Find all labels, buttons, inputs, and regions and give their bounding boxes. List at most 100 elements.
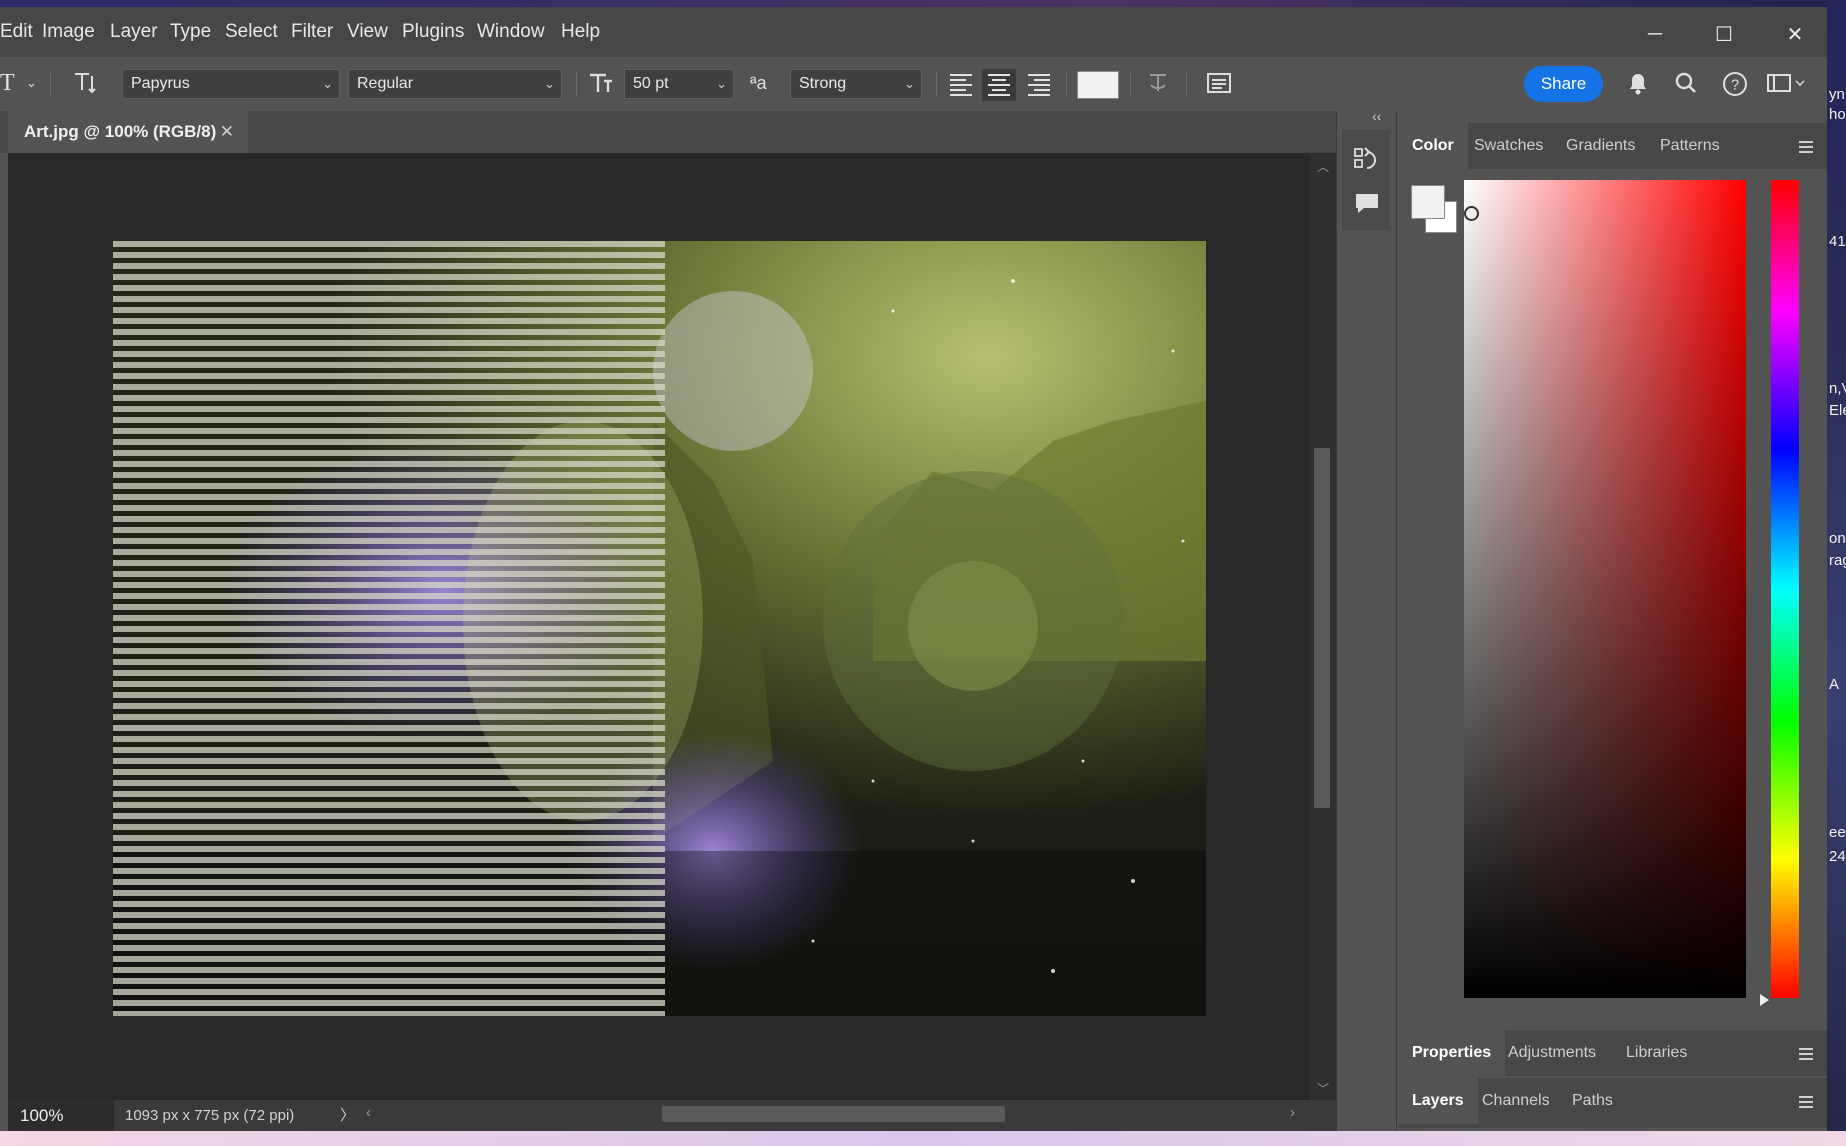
color-panel-tabs: Color Swatches Gradients Patterns — [1398, 123, 1827, 169]
menu-window[interactable]: Window — [477, 21, 545, 43]
desktop-text-fragment: n,V — [1829, 380, 1846, 397]
panel-menu-icon[interactable] — [1799, 1048, 1813, 1063]
chevron-down-icon: ⌄ — [322, 76, 333, 91]
scroll-left-icon[interactable]: ‹ — [366, 1104, 371, 1121]
desktop-text-fragment: ee — [1829, 824, 1846, 841]
maximize-button[interactable]: ☐ — [1701, 19, 1747, 49]
tab-channels[interactable]: Channels — [1482, 1078, 1550, 1124]
warp-text-icon[interactable] — [1146, 71, 1170, 100]
align-right-button[interactable] — [1022, 69, 1056, 101]
desktop-background-top — [0, 0, 1846, 7]
document-tab-title: Art.jpg @ 100% (RGB/8) — [24, 122, 217, 141]
separator — [1066, 71, 1067, 97]
panel-menu-icon[interactable] — [1799, 141, 1813, 156]
font-style-value: Regular — [357, 75, 414, 92]
text-color-swatch[interactable] — [1077, 71, 1119, 99]
help-icon[interactable]: ? — [1722, 71, 1748, 102]
scroll-up-icon[interactable]: ︿ — [1317, 158, 1329, 175]
type-tool-icon[interactable]: T — [0, 71, 15, 95]
menu-edit[interactable]: Edit — [0, 21, 33, 43]
separator — [1186, 71, 1187, 97]
comments-icon[interactable] — [1354, 192, 1380, 221]
color-picker-cursor[interactable] — [1464, 206, 1479, 221]
minimize-button[interactable]: ─ — [1632, 19, 1678, 49]
font-family-value: Papyrus — [131, 75, 190, 92]
chevron-down-icon: ⌄ — [716, 76, 727, 91]
desktop-background-right: yn ho 41 n,V Ele on rag A ee 24 — [1827, 0, 1846, 1146]
search-icon[interactable] — [1674, 71, 1698, 100]
canvas-artwork[interactable] — [113, 241, 1206, 1016]
separator — [50, 71, 51, 97]
align-center-button[interactable] — [982, 69, 1016, 101]
separator — [936, 71, 937, 97]
tab-color[interactable]: Color — [1398, 123, 1468, 169]
antialias-icon: ªa — [750, 73, 767, 93]
tab-libraries[interactable]: Libraries — [1626, 1030, 1687, 1076]
desktop-text-fragment: on — [1829, 530, 1846, 547]
font-size-icon — [588, 71, 614, 100]
tab-layers[interactable]: Layers — [1398, 1078, 1478, 1124]
document-tab[interactable]: Art.jpg @ 100% (RGB/8) ✕ — [8, 111, 248, 153]
status-menu-chevron-icon[interactable]: 〉 — [340, 1104, 355, 1125]
menu-bar: Edit Image Layer Type Select Filter View… — [0, 7, 1827, 57]
collapse-left-icon[interactable]: ‹‹ — [1372, 108, 1381, 124]
scroll-right-icon[interactable]: › — [1290, 1104, 1295, 1121]
font-style-select[interactable]: Regular ⌄ — [348, 69, 562, 99]
tab-paths[interactable]: Paths — [1572, 1078, 1613, 1124]
menu-view[interactable]: View — [347, 21, 388, 43]
tab-swatches[interactable]: Swatches — [1474, 123, 1543, 169]
tab-adjustments[interactable]: Adjustments — [1508, 1030, 1596, 1076]
desktop-text-fragment: yn — [1829, 86, 1845, 103]
document-info: 1093 px x 775 px (72 ppi) — [125, 1107, 295, 1124]
color-saturation-field[interactable] — [1464, 180, 1746, 998]
separator — [1130, 71, 1131, 97]
panel-menu-icon[interactable] — [1799, 1096, 1813, 1111]
menu-layer[interactable]: Layer — [110, 21, 158, 43]
scroll-down-icon[interactable]: ﹀ — [1317, 1080, 1329, 1097]
foreground-color-chip[interactable] — [1411, 185, 1445, 219]
menu-type[interactable]: Type — [170, 21, 211, 43]
zoom-level-field[interactable]: 100% — [8, 1100, 114, 1131]
chevron-down-icon: ⌄ — [904, 76, 915, 91]
tab-patterns[interactable]: Patterns — [1660, 123, 1720, 169]
antialias-select[interactable]: Strong ⌄ — [790, 69, 922, 99]
side-dock — [1336, 111, 1397, 1131]
menu-filter[interactable]: Filter — [291, 21, 333, 43]
desktop-text-fragment: ho — [1829, 106, 1846, 123]
text-orientation-icon[interactable] — [72, 71, 98, 100]
desktop-text-fragment: Ele — [1829, 402, 1846, 419]
vertical-scroll-thumb[interactable] — [1314, 448, 1330, 808]
workspace-icon[interactable] — [1766, 72, 1806, 99]
separator — [576, 71, 577, 97]
desktop-text-fragment: A — [1829, 676, 1840, 693]
font-family-select[interactable]: Papyrus ⌄ — [122, 69, 340, 99]
character-panel-icon[interactable] — [1206, 71, 1232, 100]
close-tab-icon[interactable]: ✕ — [220, 111, 234, 153]
bell-icon[interactable] — [1626, 70, 1650, 101]
desktop-text-fragment: 41 — [1829, 233, 1846, 250]
chevron-down-icon: ⌄ — [544, 76, 555, 91]
layers-panel-tabs: Layers Channels Paths — [1398, 1078, 1827, 1128]
share-button[interactable]: Share — [1524, 66, 1603, 102]
menu-image[interactable]: Image — [42, 21, 95, 43]
properties-panel-tabs: Properties Adjustments Libraries — [1398, 1030, 1827, 1076]
taskbar-strip — [0, 1131, 1846, 1146]
desktop-text-fragment: 24 — [1829, 848, 1846, 865]
antialias-value: Strong — [799, 75, 847, 92]
desktop-text-fragment: rag — [1829, 552, 1846, 569]
svg-text:?: ? — [1731, 77, 1739, 94]
hue-slider-handle[interactable] — [1760, 994, 1769, 1006]
font-size-value: 50 pt — [633, 75, 669, 92]
close-window-button[interactable]: ✕ — [1772, 19, 1818, 49]
menu-plugins[interactable]: Plugins — [402, 21, 464, 43]
tab-gradients[interactable]: Gradients — [1566, 123, 1635, 169]
tab-properties[interactable]: Properties — [1398, 1030, 1506, 1076]
menu-select[interactable]: Select — [225, 21, 278, 43]
tool-preset-chevron-icon[interactable]: ⌄ — [26, 71, 37, 95]
align-left-button[interactable] — [944, 69, 978, 101]
history-icon[interactable] — [1353, 146, 1379, 179]
hue-slider[interactable] — [1771, 180, 1799, 998]
menu-help[interactable]: Help — [561, 21, 600, 43]
horizontal-scroll-thumb[interactable] — [662, 1106, 1005, 1122]
font-size-field[interactable]: 50 pt ⌄ — [624, 69, 734, 99]
